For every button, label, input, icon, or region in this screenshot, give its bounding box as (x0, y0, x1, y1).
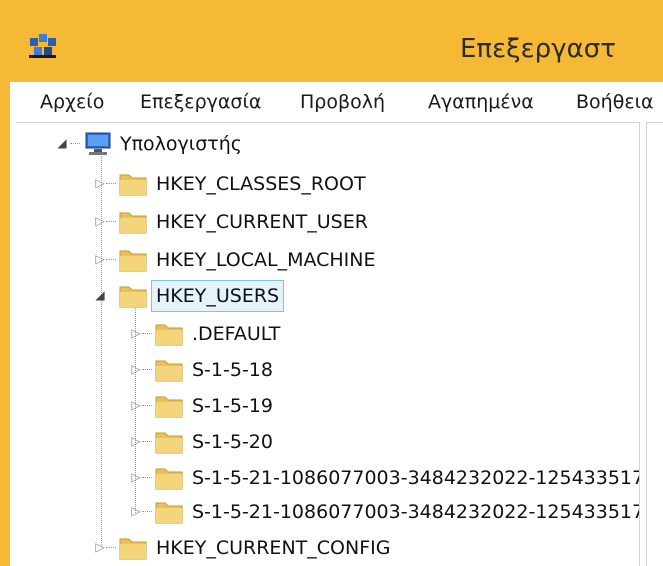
tree-node-label: S-1-5-19 (192, 395, 273, 417)
tree-connector-dots (142, 477, 152, 479)
folder-icon (155, 432, 183, 454)
registry-editor-icon[interactable] (26, 30, 60, 60)
tree-node-label: HKEY_CURRENT_CONFIG (156, 537, 391, 559)
folder-icon (119, 250, 147, 272)
tree-node-computer[interactable]: ◢ Υπολογιστής (16, 129, 416, 159)
menu-file[interactable]: Αρχείο (40, 88, 104, 116)
values-pane[interactable] (646, 122, 663, 566)
expand-arrow-icon[interactable]: ▷ (94, 214, 106, 228)
computer-icon (85, 132, 111, 155)
tree-connector-dots (106, 547, 116, 549)
expand-arrow-icon[interactable]: ▷ (94, 540, 106, 554)
tree-connector-dots (106, 221, 116, 223)
tree-node-hkey-current-user[interactable]: ▷ HKEY_CURRENT_USER (16, 207, 436, 237)
expand-arrow-icon[interactable]: ▷ (94, 252, 106, 266)
tree-node-label: HKEY_CURRENT_USER (156, 211, 368, 233)
tree-node-label: HKEY_CLASSES_ROOT (156, 173, 366, 195)
tree-node-hkey-local-machine[interactable]: ▷ HKEY_LOCAL_MACHINE (16, 245, 436, 275)
expand-arrow-icon[interactable]: ▷ (130, 504, 142, 518)
tree-node-default[interactable]: ▷ .DEFAULT (16, 319, 639, 349)
tree-node-label: HKEY_LOCAL_MACHINE (156, 249, 376, 271)
collapse-arrow-icon[interactable]: ◢ (94, 288, 106, 302)
tree-node-hkey-current-config[interactable]: ▷ HKEY_CURRENT_CONFIG (16, 533, 436, 563)
tree-connector-dots (142, 405, 152, 407)
title-bar[interactable]: Επεξεργαστ (10, 10, 663, 82)
tree-connector-dots (142, 333, 152, 335)
folder-icon (155, 360, 183, 382)
folder-icon (119, 538, 147, 560)
tree-connector-dots (70, 143, 80, 145)
tree-node-hkey-classes-root[interactable]: ▷ HKEY_CLASSES_ROOT (16, 169, 436, 199)
tree-node-user-sid[interactable]: ▷ S-1-5-21-1086077003-3484232022-1254335… (16, 463, 639, 493)
tree-node-label: HKEY_USERS (150, 280, 285, 312)
tree-node-label: Υπολογιστής (120, 133, 242, 155)
folder-icon (155, 502, 183, 524)
tree-node-s-1-5-20[interactable]: ▷ S-1-5-20 (16, 427, 639, 457)
folder-icon (119, 286, 147, 308)
tree-node-label: S-1-5-18 (192, 359, 273, 381)
tree-node-label: S-1-5-21-1086077003-3484232022-125433517… (192, 467, 640, 489)
menu-help[interactable]: Βοήθεια (576, 88, 654, 116)
window-title: Επεξεργαστ (460, 34, 616, 64)
tree-node-label: .DEFAULT (192, 323, 281, 345)
expand-arrow-icon[interactable]: ▷ (130, 326, 142, 340)
expand-arrow-icon[interactable]: ▷ (130, 470, 142, 484)
menu-view[interactable]: Προβολή (300, 88, 385, 116)
expand-arrow-icon[interactable]: ▷ (94, 176, 106, 190)
tree-node-s-1-5-19[interactable]: ▷ S-1-5-19 (16, 391, 639, 421)
folder-icon (155, 468, 183, 490)
tree-node-label: S-1-5-20 (192, 431, 273, 453)
folder-icon (119, 174, 147, 196)
menu-edit[interactable]: Επεξεργασία (140, 88, 261, 116)
tree-node-hkey-users[interactable]: ◢ HKEY_USERS (16, 280, 436, 312)
expand-arrow-icon[interactable]: ▷ (130, 398, 142, 412)
tree-node-label: S-1-5-21-1086077003-3484232022-125433517… (192, 501, 640, 523)
folder-icon (119, 212, 147, 234)
folder-icon (155, 324, 183, 346)
key-tree-pane[interactable]: ◢ Υπολογιστής ▷ HKEY_CLASSES_ROOT ▷ HKEY… (16, 122, 640, 566)
tree-connector-dots (142, 441, 152, 443)
tree-connector-dots (142, 369, 152, 371)
tree-connector-dots (106, 183, 116, 185)
expand-arrow-icon[interactable]: ▷ (130, 362, 142, 376)
registry-editor-window: Επεξεργαστ Αρχείο Επεξεργασία Προβολή Αγ… (10, 10, 663, 566)
tree-node-user-sid-classes[interactable]: ▷ S-1-5-21-1086077003-3484232022-1254335… (16, 497, 639, 527)
tree-node-s-1-5-18[interactable]: ▷ S-1-5-18 (16, 355, 639, 385)
tree-connector-dots (142, 511, 152, 513)
menu-favorites[interactable]: Αγαπημένα (428, 88, 534, 116)
menu-bar: Αρχείο Επεξεργασία Προβολή Αγαπημένα Βοή… (10, 82, 663, 122)
tree-connector-dots (106, 259, 116, 261)
expand-arrow-icon[interactable]: ▷ (130, 434, 142, 448)
collapse-arrow-icon[interactable]: ◢ (56, 136, 68, 150)
folder-icon (155, 396, 183, 418)
